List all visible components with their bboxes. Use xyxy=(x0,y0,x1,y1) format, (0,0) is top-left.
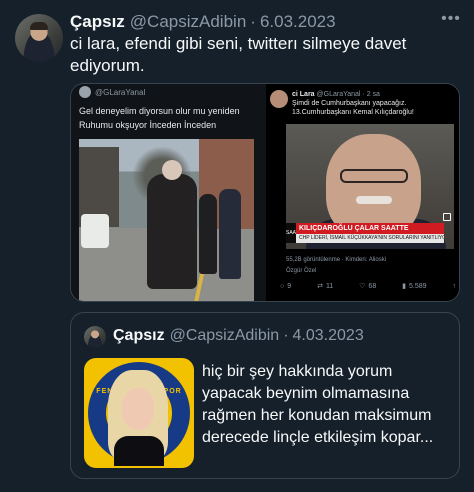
media-left-header: @GLaraYanal xyxy=(79,86,145,98)
embedded-actions: ○ 9 ⇄ 11 ♡ 68 ▮ 5.589 ↑ xyxy=(280,282,456,291)
embedded-line-1: Şimdi de Cumhurbaşkanı yapacağız. xyxy=(292,100,407,107)
embedded-time: · 2 sa xyxy=(362,91,380,98)
bar-chart-icon: ▮ xyxy=(402,283,406,290)
share-icon: ↑ xyxy=(452,282,456,290)
tweet-text: ci lara, efendi gibi seni, twitterı silm… xyxy=(70,34,407,75)
separator: · xyxy=(283,327,289,344)
author-avatar[interactable] xyxy=(15,14,63,62)
quoted-image: FENERBAHÇE SPOR KULÜBÜ xyxy=(84,358,194,468)
reply-icon: ○ xyxy=(280,282,285,290)
author-handle[interactable]: @CapsizAdibin xyxy=(130,12,246,32)
embedded-owner: Özgür Özel xyxy=(286,268,317,274)
media-grid[interactable]: @GLaraYanal Gel deneyelim diyorsun olur … xyxy=(70,83,460,302)
mini-avatar xyxy=(79,86,91,98)
street-photo xyxy=(79,139,254,301)
quoted-text: hiç bir şey hakkında yorum yapacak beyni… xyxy=(202,363,434,446)
heart-icon: ♡ xyxy=(359,283,366,290)
media-image-right[interactable]: ci Lara @GLaraYanal · 2 sa Şimdi de Cumh… xyxy=(266,84,459,301)
retweet-icon: ⇄ xyxy=(317,283,323,290)
embedded-tweet-header: ci Lara @GLaraYanal · 2 sa Şimdi de Cumh… xyxy=(270,90,456,117)
views-action: ▮ 5.589 xyxy=(402,282,427,291)
media-left-handle: @GLaraYanal xyxy=(95,87,146,97)
quoted-author-name: Çapsız xyxy=(113,327,165,344)
media-left-caption: Gel deneyelim diyorsun olur mu yeniden R… xyxy=(79,106,240,130)
separator: · xyxy=(250,12,256,31)
fullscreen-icon xyxy=(443,213,451,221)
tweet-date[interactable]: 6.03.2023 xyxy=(260,12,336,32)
reply-action: ○ 9 xyxy=(280,282,292,290)
embedded-views: 55,2B görüntülenme · Kimden: Alioski xyxy=(286,257,387,263)
tweet[interactable]: Çapsız @CapsizAdibin · 6.03.2023 ••• ci … xyxy=(0,0,474,492)
quoted-author-handle: @CapsizAdibin xyxy=(169,327,280,344)
embedded-handle: @GLaraYanal xyxy=(316,91,361,98)
quoted-header: Çapsız @CapsizAdibin · 4.03.2023 xyxy=(113,327,364,345)
like-action: ♡ 68 xyxy=(359,282,377,291)
quoted-date: 4.03.2023 xyxy=(292,327,364,344)
author-name[interactable]: Çapsız xyxy=(70,12,125,32)
more-horizontal-icon[interactable]: ••• xyxy=(439,10,463,30)
banner-subtitle: CHP LİDERİ, İSMAİL KÜÇÜKKAYA'NIN SORULAR… xyxy=(296,234,444,243)
media-image-left[interactable]: @GLaraYanal Gel deneyelim diyorsun olur … xyxy=(71,84,264,301)
video-still: SAAT KILIÇDAROĞLU ÇALAR SAATTE CHP LİDER… xyxy=(286,124,454,249)
retweet-action: ⇄ 11 xyxy=(317,282,334,291)
quoted-author-avatar xyxy=(84,326,106,348)
embedded-name: ci Lara xyxy=(292,91,315,98)
news-banner: SAAT KILIÇDAROĞLU ÇALAR SAATTE CHP LİDER… xyxy=(286,223,454,249)
embedded-line-2: 13.Cumhurbaşkanı Kemal Kılıçdaroğlu! xyxy=(292,109,414,116)
mini-avatar xyxy=(270,90,288,108)
quoted-tweet[interactable]: Çapsız @CapsizAdibin · 4.03.2023 FENERBA… xyxy=(70,312,460,479)
banner-title: KILIÇDAROĞLU ÇALAR SAATTE xyxy=(296,223,444,234)
tweet-header: Çapsız @CapsizAdibin · 6.03.2023 xyxy=(70,12,336,32)
banner-left: SAAT xyxy=(286,223,299,243)
